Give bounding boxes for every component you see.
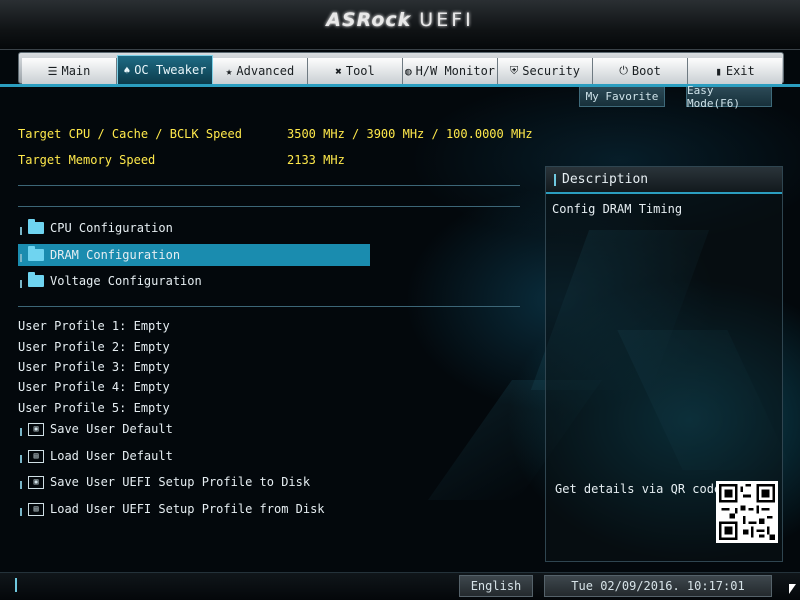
item-label: Load User UEFI Setup Profile from Disk <box>50 502 325 516</box>
load-profile-from-disk-item[interactable]: ▤ Load User UEFI Setup Profile from Disk <box>18 498 418 520</box>
item-label: Voltage Configuration <box>50 274 202 288</box>
tab-tool[interactable]: ✖ Tool <box>308 58 403 84</box>
folder-icon <box>28 246 44 261</box>
mouse-pointer-icon <box>789 584 796 594</box>
tab-label: Main <box>61 64 91 78</box>
target-memory-value: 2133 MHz <box>287 153 345 167</box>
user-profile-4: User Profile 4: Empty <box>18 380 170 394</box>
save-icon: ▣ <box>28 422 44 436</box>
description-text: Config DRAM Timing <box>552 202 683 216</box>
brand-logo: ASRock UEFI <box>0 9 800 31</box>
tab-advanced[interactable]: ★ Advanced <box>213 58 308 84</box>
status-marker <box>15 578 17 592</box>
item-label: Load User Default <box>50 449 173 463</box>
user-profile-5: User Profile 5: Empty <box>18 401 170 415</box>
item-marker <box>20 280 22 288</box>
item-label: DRAM Configuration <box>50 248 181 262</box>
item-label: Save User Default <box>50 422 173 436</box>
language-button[interactable]: English <box>459 575 533 597</box>
power-icon: ⏻ <box>619 64 628 77</box>
load-user-default-item[interactable]: ▤ Load User Default <box>18 445 370 467</box>
item-marker <box>20 455 22 463</box>
exit-icon: ▮ <box>715 64 722 78</box>
item-label: Save User UEFI Setup Profile to Disk <box>50 475 311 489</box>
tools-icon: ✖ <box>335 64 342 78</box>
description-header: Description <box>546 167 782 194</box>
target-memory-label: Target Memory Speed <box>18 153 156 167</box>
product-name: UEFI <box>419 9 474 31</box>
save-disk-icon: ▣ <box>28 475 44 489</box>
header-marker <box>554 173 556 186</box>
tab-oc-tweaker[interactable]: ♠ OC Tweaker <box>117 55 213 84</box>
brand-name: ASRock <box>326 9 412 31</box>
dram-configuration-item[interactable]: DRAM Configuration <box>18 244 370 266</box>
tab-label: Tool <box>345 64 375 78</box>
header: ASRock UEFI <box>0 0 800 50</box>
tab-label: OC Tweaker <box>134 63 207 77</box>
cpu-configuration-item[interactable]: CPU Configuration <box>18 217 370 239</box>
user-profile-3: User Profile 3: Empty <box>18 360 170 374</box>
load-disk-icon: ▤ <box>28 502 44 516</box>
tab-bar: ☰ Main ♠ OC Tweaker ★ Advanced ✖ Tool ◍ H/W M… <box>22 55 782 84</box>
folder-icon <box>28 219 44 234</box>
star-icon: ★ <box>225 64 233 78</box>
divider <box>18 206 520 207</box>
flame-icon: ♠ <box>123 63 131 77</box>
divider <box>18 306 520 307</box>
shield-icon: ⛨ <box>509 64 519 77</box>
date-time-display: Tue 02/09/2016. 10:17:01 <box>544 575 772 597</box>
save-user-default-item[interactable]: ▣ Save User Default <box>18 418 370 440</box>
item-marker <box>20 481 22 489</box>
voltage-configuration-item[interactable]: Voltage Configuration <box>18 270 370 292</box>
item-marker <box>20 227 22 235</box>
tab-label: Exit <box>725 64 755 78</box>
user-profile-1: User Profile 1: Empty <box>18 319 170 333</box>
tab-label: Advanced <box>236 64 295 78</box>
tab-main[interactable]: ☰ Main <box>22 58 117 84</box>
tab-boot[interactable]: ⏻ Boot <box>593 58 688 84</box>
tab-label: H/W Monitor <box>415 64 496 78</box>
description-title: Description <box>562 172 649 187</box>
tab-hw-monitor[interactable]: ◍ H/W Monitor <box>403 58 498 84</box>
item-label: CPU Configuration <box>50 221 173 235</box>
nav-accent-line <box>0 84 800 87</box>
save-profile-to-disk-item[interactable]: ▣ Save User UEFI Setup Profile to Disk <box>18 471 418 493</box>
monitor-icon: ◍ <box>404 64 412 78</box>
tab-exit[interactable]: ▮ Exit <box>688 58 782 84</box>
tab-label: Security <box>522 64 581 78</box>
divider <box>18 185 520 186</box>
list-icon: ☰ <box>47 64 58 78</box>
load-icon: ▤ <box>28 449 44 463</box>
user-profile-2: User Profile 2: Empty <box>18 340 170 354</box>
item-marker <box>20 428 22 436</box>
target-cpu-label: Target CPU / Cache / BCLK Speed <box>18 127 242 141</box>
tab-label: Boot <box>631 64 661 78</box>
folder-icon <box>28 272 44 287</box>
qr-caption: Get details via QR code <box>555 482 722 496</box>
target-cpu-value: 3500 MHz / 3900 MHz / 100.0000 MHz <box>287 127 533 141</box>
item-marker <box>20 254 22 262</box>
easy-mode-button[interactable]: Easy Mode(F6) <box>686 84 772 110</box>
qr-code-icon <box>716 481 778 543</box>
item-marker <box>20 508 22 516</box>
my-favorite-button[interactable]: My Favorite <box>579 87 665 107</box>
tab-security[interactable]: ⛨ Security <box>498 58 593 84</box>
